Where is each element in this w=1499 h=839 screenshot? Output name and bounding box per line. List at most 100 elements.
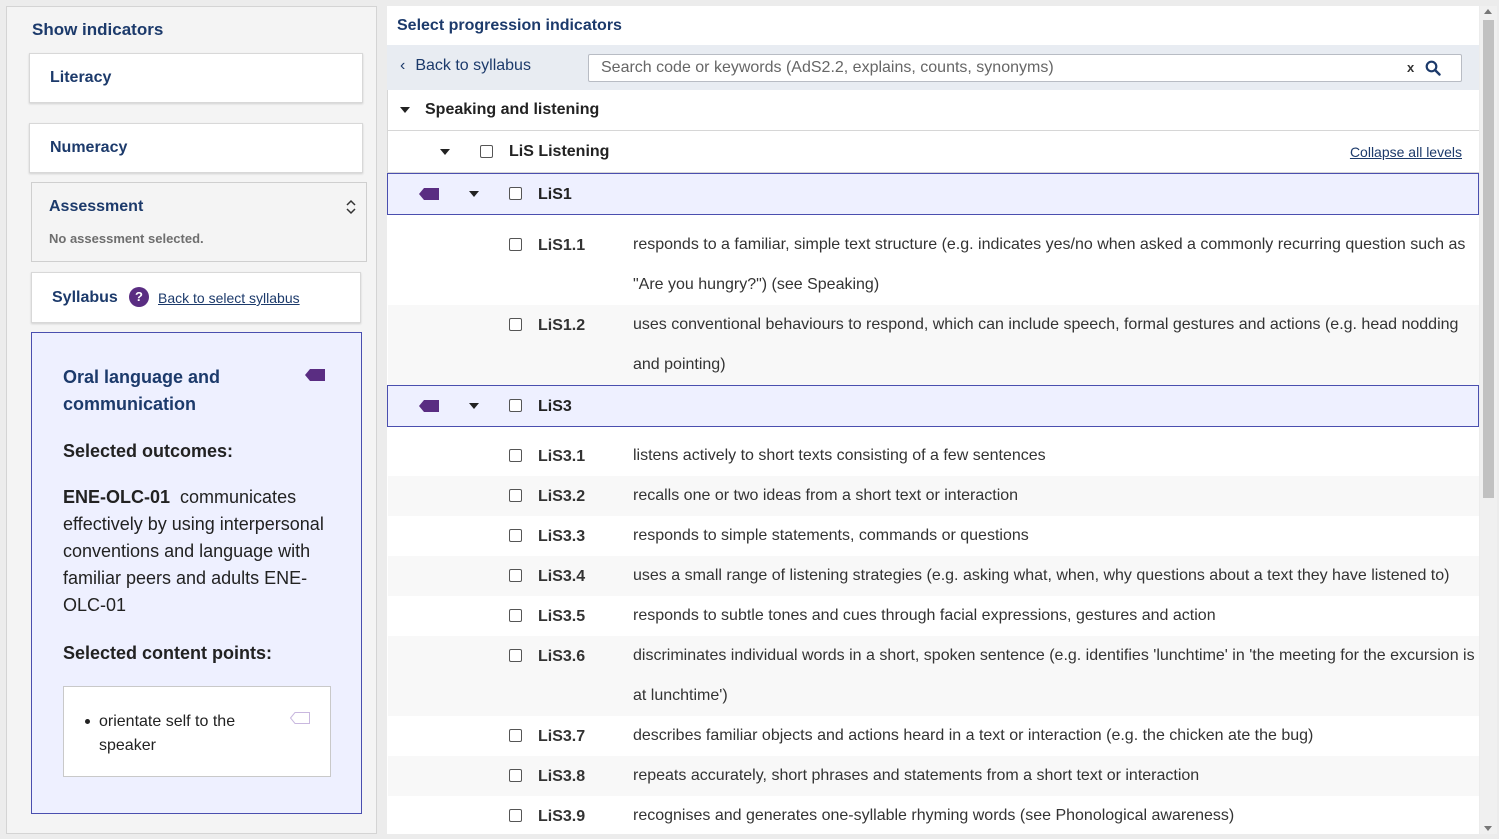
indicator-row: LiS3.1 listens actively to short texts c… — [388, 436, 1479, 476]
back-to-select-syllabus-link[interactable]: Back to select syllabus — [158, 290, 300, 306]
indicator-checkbox[interactable] — [509, 649, 522, 662]
numeracy-label: Numeracy — [50, 139, 128, 156]
select-all-checkbox[interactable] — [480, 145, 493, 158]
scroll-down-icon[interactable] — [1484, 826, 1492, 831]
indicator-row: LiS3.3 responds to simple statements, co… — [388, 516, 1479, 556]
level-row[interactable]: LiS1 — [387, 173, 1479, 215]
back-to-syllabus-link[interactable]: ‹ Back to syllabus — [400, 57, 531, 75]
indicator-text: responds to a familiar, simple text stru… — [633, 236, 1466, 293]
tag-icon[interactable] — [419, 400, 439, 412]
caret-down-icon[interactable] — [469, 403, 479, 409]
level-label: LiS1 — [538, 186, 572, 203]
literacy-label: Literacy — [50, 69, 112, 86]
indicator-row: LiS3.2 recalls one or two ideas from a s… — [388, 476, 1479, 516]
tag-icon[interactable] — [305, 369, 325, 381]
tag-outline-icon[interactable] — [290, 712, 310, 724]
selected-outcomes-heading: Selected outcomes: — [63, 441, 234, 461]
show-indicators-panel: Show indicators Literacy Numeracy Assess… — [6, 6, 377, 834]
toolbar: ‹ Back to syllabus x — [387, 45, 1479, 90]
progression-indicators-panel: Select progression indicators ‹ Back to s… — [387, 6, 1479, 834]
indicator-row: LiS3.4 uses a small range of listening s… — [388, 556, 1479, 596]
indicator-code: LiS3.7 — [538, 728, 586, 745]
section-header[interactable]: Speaking and listening — [387, 90, 1479, 131]
indicator-checkbox[interactable] — [509, 729, 522, 742]
indicator-checkbox[interactable] — [509, 318, 522, 331]
search-icon[interactable] — [1425, 60, 1441, 76]
help-icon[interactable]: ? — [129, 287, 149, 307]
indicator-row: LiS3.7 describes familiar objects and ac… — [388, 716, 1479, 756]
indicator-code: LiS3.9 — [538, 808, 586, 825]
indicator-code: LiS1.2 — [538, 317, 586, 334]
list-label: LiS Listening — [509, 143, 610, 160]
indicator-text: listens actively to short texts consisti… — [633, 447, 1046, 464]
scroll-up-icon[interactable] — [1484, 9, 1492, 14]
level-label: LiS3 — [538, 398, 572, 415]
indicator-text: repeats accurately, short phrases and st… — [633, 767, 1200, 784]
caret-down-icon[interactable] — [440, 149, 450, 155]
chevron-updown-icon — [346, 199, 356, 215]
outcome-card: Oral language and communication Selected… — [31, 332, 362, 814]
search-input[interactable] — [589, 55, 1389, 81]
numeracy-card[interactable]: Numeracy — [29, 123, 363, 173]
indicator-code: LiS3.1 — [538, 448, 586, 465]
indicator-row: LiS3.5 responds to subtle tones and cues… — [388, 596, 1479, 636]
panel-title: Select progression indicators — [397, 17, 622, 34]
indicator-text: discriminates individual words in a shor… — [633, 647, 1475, 704]
indicator-text: responds to simple statements, commands … — [633, 527, 1029, 544]
indicator-code: LiS3.6 — [538, 648, 586, 665]
content-point-text: orientate self to the speaker — [99, 713, 236, 754]
indicator-checkbox[interactable] — [509, 809, 522, 822]
section-label: Speaking and listening — [425, 101, 600, 118]
outcome-text: ENE-OLC-01 communicates effectively by u… — [63, 484, 338, 619]
indicator-code: LiS3.2 — [538, 488, 586, 505]
indicator-checkbox[interactable] — [509, 609, 522, 622]
indicator-code: LiS3.5 — [538, 608, 586, 625]
selected-content-heading: Selected content points: — [63, 643, 273, 663]
indicator-code: LiS1.1 — [538, 237, 586, 254]
scrollbar-thumb[interactable] — [1483, 20, 1494, 498]
caret-down-icon[interactable] — [469, 191, 479, 197]
indicator-checkbox[interactable] — [509, 569, 522, 582]
outcome-code: ENE-OLC-01 — [63, 487, 171, 507]
indicator-row: LiS3.8 repeats accurately, short phrases… — [388, 756, 1479, 796]
vertical-scrollbar[interactable] — [1480, 6, 1497, 834]
indicator-row: LiS1.1 responds to a familiar, simple te… — [388, 225, 1479, 305]
level-row[interactable]: LiS3 — [387, 385, 1479, 427]
indicator-checkbox[interactable] — [509, 489, 522, 502]
indicator-code: LiS3.3 — [538, 528, 586, 545]
search-box: x — [588, 54, 1462, 82]
indicator-text: responds to subtle tones and cues throug… — [633, 607, 1216, 624]
syllabus-card: Syllabus ? Back to select syllabus — [31, 272, 361, 323]
indicator-text: uses conventional behaviours to respond,… — [633, 316, 1459, 373]
indicator-text: recalls one or two ideas from a short te… — [633, 487, 1019, 504]
assessment-select[interactable]: Assessment No assessment selected. — [31, 182, 367, 262]
literacy-card[interactable]: Literacy — [29, 53, 363, 103]
indicator-text: uses a small range of listening strategi… — [633, 567, 1450, 584]
bullet-icon — [85, 719, 90, 724]
list-header: LiS Listening Collapse all levels — [387, 131, 1479, 173]
caret-down-icon[interactable] — [400, 107, 410, 113]
content-point-box: orientate self to the speaker — [63, 686, 331, 777]
chevron-left-icon: ‹ — [400, 57, 406, 74]
back-to-syllabus-label: Back to syllabus — [415, 57, 531, 74]
tag-icon[interactable] — [419, 188, 439, 200]
indicator-checkbox[interactable] — [509, 449, 522, 462]
indicator-checkbox[interactable] — [509, 238, 522, 251]
collapse-all-levels-link[interactable]: Collapse all levels — [1350, 144, 1462, 160]
indicator-row: LiS3.6 discriminates individual words in… — [388, 636, 1479, 716]
outcome-name: Oral language and communication — [63, 367, 221, 414]
assessment-label: Assessment — [49, 198, 144, 215]
indicator-code: LiS3.8 — [538, 768, 586, 785]
level-checkbox[interactable] — [509, 399, 522, 412]
indicator-text: describes familiar objects and actions h… — [633, 727, 1314, 744]
syllabus-label: Syllabus — [52, 289, 118, 306]
indicator-checkbox[interactable] — [509, 769, 522, 782]
clear-search-icon[interactable]: x — [1407, 60, 1414, 75]
indicator-checkbox[interactable] — [509, 529, 522, 542]
assessment-status: No assessment selected. — [49, 231, 204, 246]
indicator-code: LiS3.4 — [538, 568, 586, 585]
panel-title: Show indicators — [32, 20, 164, 39]
level-checkbox[interactable] — [509, 187, 522, 200]
indicator-text: recognises and generates one-syllable rh… — [633, 807, 1235, 824]
indicator-row: LiS1.2 uses conventional behaviours to r… — [388, 305, 1479, 385]
